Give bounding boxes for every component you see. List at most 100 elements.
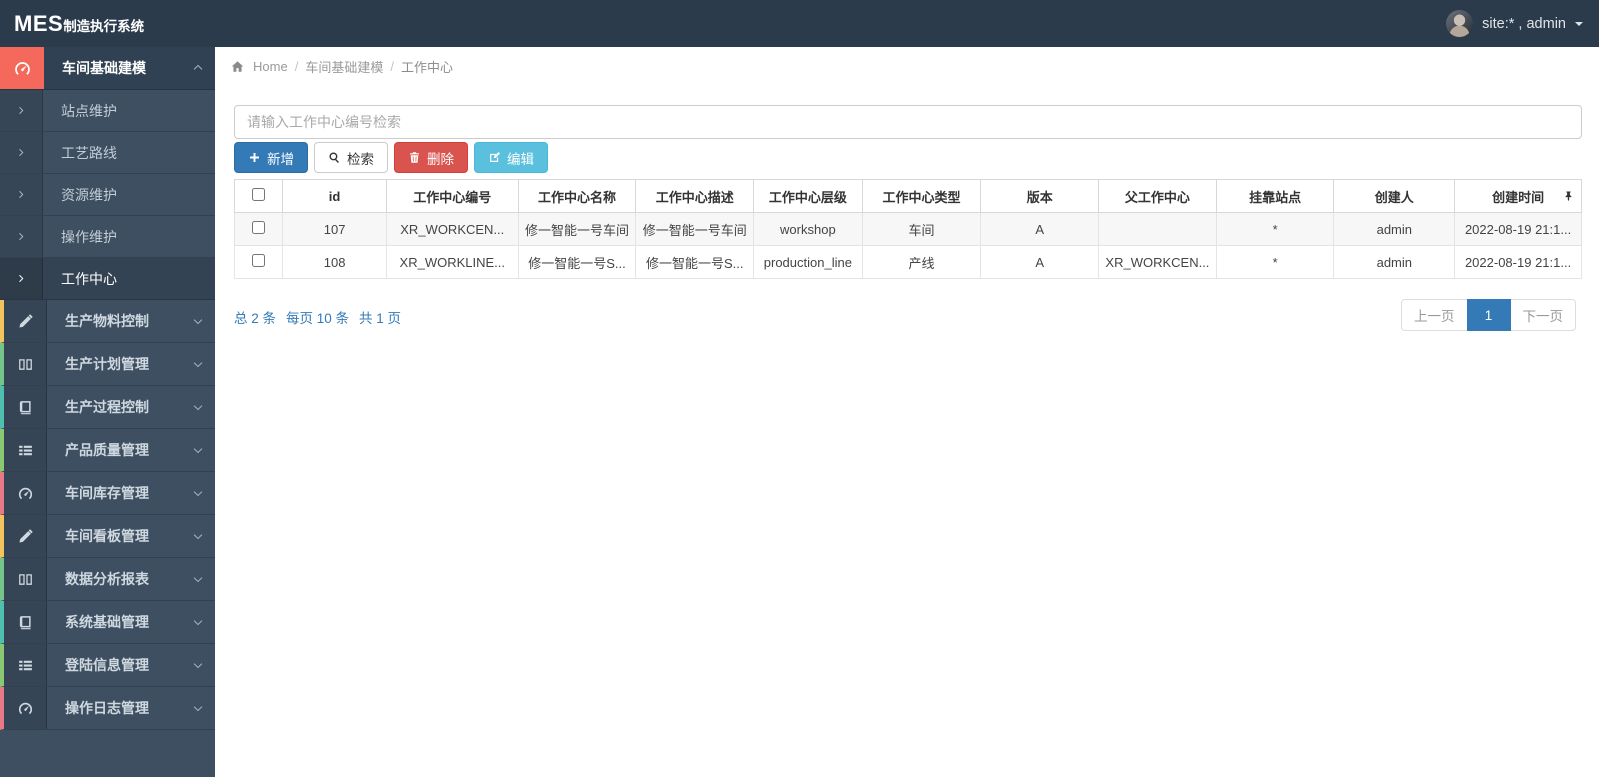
- cell-name: 修一智能一号车间: [517, 212, 637, 246]
- search-button-label: 检索: [347, 151, 374, 167]
- sidebar-group-label: 产品质量管理: [65, 442, 149, 458]
- summary-total: 总 2 条: [234, 311, 277, 326]
- col-header-id: id: [282, 179, 387, 213]
- breadcrumb-separator: /: [294, 59, 299, 74]
- add-button[interactable]: 新增: [234, 142, 308, 173]
- col-header-desc: 工作中心描述: [635, 179, 755, 213]
- sidebar-group-process-control[interactable]: 生产过程控制: [0, 386, 215, 429]
- gauge-icon: [4, 472, 47, 514]
- chevron-down-icon: [181, 343, 215, 385]
- sidebar-item-work-center[interactable]: 工作中心: [0, 258, 215, 300]
- sidebar-group-material-control[interactable]: 生产物料控制: [0, 300, 215, 343]
- book-icon: [4, 386, 47, 428]
- add-button-label: 新增: [267, 151, 294, 167]
- row-checkbox[interactable]: [252, 221, 266, 234]
- search-button[interactable]: 检索: [314, 142, 388, 173]
- summary-page-count: 共 1 页: [359, 311, 402, 326]
- brand-subtitle: 制造执行系统: [63, 18, 145, 34]
- chevron-down-icon: [181, 515, 215, 557]
- app-logo: MES 制造执行系统: [0, 11, 215, 37]
- sidebar-group-inventory-management[interactable]: 车间库存管理: [0, 472, 215, 515]
- sidebar-group-data-analysis[interactable]: 数据分析报表: [0, 558, 215, 601]
- cell-id: 108: [282, 245, 387, 279]
- home-icon: [231, 60, 244, 73]
- user-menu[interactable]: site:* , admin: [1446, 10, 1599, 37]
- arrow-right-icon: [0, 132, 43, 173]
- col-header-parent: 父工作中心: [1098, 179, 1217, 213]
- cell-code: XR_WORKLINE...: [385, 245, 519, 279]
- chevron-up-icon: [181, 47, 215, 89]
- search-input[interactable]: [234, 105, 1582, 139]
- sidebar-group-plan-management[interactable]: 生产计划管理: [0, 343, 215, 386]
- sidebar-item-site-maintenance[interactable]: 站点维护: [0, 90, 215, 132]
- sidebar-item-label: 工作中心: [61, 270, 117, 287]
- next-page-button[interactable]: 下一页: [1509, 299, 1576, 331]
- sidebar-group-label: 生产过程控制: [65, 399, 149, 415]
- sidebar-group-workshop-base-modeling[interactable]: 车间基础建模: [0, 47, 215, 90]
- page-1-button[interactable]: 1: [1466, 299, 1511, 331]
- table-footer: 总 2 条 每页 10 条 共 1 页 上一页 1 下一页: [234, 299, 1582, 331]
- cell-code: XR_WORKCEN...: [385, 212, 519, 246]
- col-header-station: 挂靠站点: [1215, 179, 1335, 213]
- cell-creator: admin: [1333, 212, 1456, 246]
- chevron-down-icon: [181, 472, 215, 514]
- row-select-cell: [233, 245, 284, 279]
- row-checkbox[interactable]: [252, 254, 266, 267]
- sidebar-group-label: 车间基础建模: [62, 60, 146, 76]
- sidebar-group-quality-management[interactable]: 产品质量管理: [0, 429, 215, 472]
- chevron-down-icon: [181, 601, 215, 643]
- chevron-down-icon: [181, 429, 215, 471]
- cell-parent: [1098, 212, 1217, 246]
- sidebar-group-label: 车间看板管理: [65, 528, 149, 544]
- gauge-icon: [0, 47, 44, 89]
- breadcrumb-separator: /: [390, 59, 394, 74]
- sidebar-item-label: 工艺路线: [61, 144, 117, 161]
- sidebar-item-operation-maintenance[interactable]: 操作维护: [0, 216, 215, 258]
- cell-station: *: [1215, 245, 1335, 279]
- col-header-level: 工作中心层级: [753, 179, 863, 213]
- edit-button[interactable]: 编辑: [474, 142, 548, 173]
- edit-icon: [488, 151, 501, 164]
- chevron-down-icon: [181, 687, 215, 729]
- table-header-row: id 工作中心编号 工作中心名称 工作中心描述 工作中心层级 工作中心类型 版本…: [233, 179, 1582, 213]
- caret-down-icon: [1575, 21, 1583, 26]
- row-select-cell: [233, 212, 284, 246]
- sidebar-group-kanban-management[interactable]: 车间看板管理: [0, 515, 215, 558]
- arrow-right-icon: [0, 90, 43, 131]
- breadcrumb-home[interactable]: Home: [253, 59, 288, 74]
- table-row[interactable]: 108 XR_WORKLINE... 修一智能一号S... 修一智能一号S...…: [233, 245, 1582, 279]
- arrow-right-icon: [0, 216, 43, 257]
- user-avatar: [1446, 10, 1474, 37]
- pencil-icon: [4, 515, 47, 557]
- work-center-table: id 工作中心编号 工作中心名称 工作中心描述 工作中心层级 工作中心类型 版本…: [233, 179, 1582, 279]
- sidebar-group-label: 系统基础管理: [65, 614, 149, 630]
- cell-created-time: 2022-08-19 21:1...: [1454, 245, 1582, 279]
- col-header-version: 版本: [980, 179, 1100, 213]
- sidebar-group-label: 车间库存管理: [65, 485, 149, 501]
- table-row[interactable]: 107 XR_WORKCEN... 修一智能一号车间 修一智能一号车间 work…: [233, 212, 1582, 246]
- sidebar-group-system-management[interactable]: 系统基础管理: [0, 601, 215, 644]
- delete-button[interactable]: 删除: [394, 142, 468, 173]
- cell-id: 107: [282, 212, 387, 246]
- cell-version: A: [980, 245, 1100, 279]
- sidebar-group-login-info[interactable]: 登陆信息管理: [0, 644, 215, 687]
- prev-page-button[interactable]: 上一页: [1401, 299, 1468, 331]
- cell-version: A: [980, 212, 1100, 246]
- breadcrumb-current: 工作中心: [400, 60, 453, 75]
- breadcrumb-level1[interactable]: 车间基础建模: [305, 57, 383, 76]
- top-navbar: MES 制造执行系统 site:* , admin: [0, 0, 1599, 47]
- sidebar-group-label: 数据分析报表: [65, 571, 149, 587]
- sidebar-item-label: 站点维护: [61, 102, 117, 119]
- select-all-checkbox[interactable]: [252, 188, 266, 201]
- pagination: 上一页 1 下一页: [1401, 299, 1576, 331]
- sidebar-item-resource-maintenance[interactable]: 资源维护: [0, 174, 215, 216]
- col-header-type: 工作中心类型: [861, 179, 982, 213]
- pin-icon[interactable]: [1563, 190, 1574, 202]
- sidebar-group-operation-log[interactable]: 操作日志管理: [0, 687, 215, 730]
- list-icon: [4, 429, 47, 471]
- sidebar-group-label: 生产物料控制: [65, 313, 149, 329]
- columns-icon: [4, 558, 47, 600]
- sidebar-item-process-route[interactable]: 工艺路线: [0, 132, 215, 174]
- sidebar-group-label: 登陆信息管理: [65, 657, 149, 673]
- cell-level: workshop: [753, 212, 863, 246]
